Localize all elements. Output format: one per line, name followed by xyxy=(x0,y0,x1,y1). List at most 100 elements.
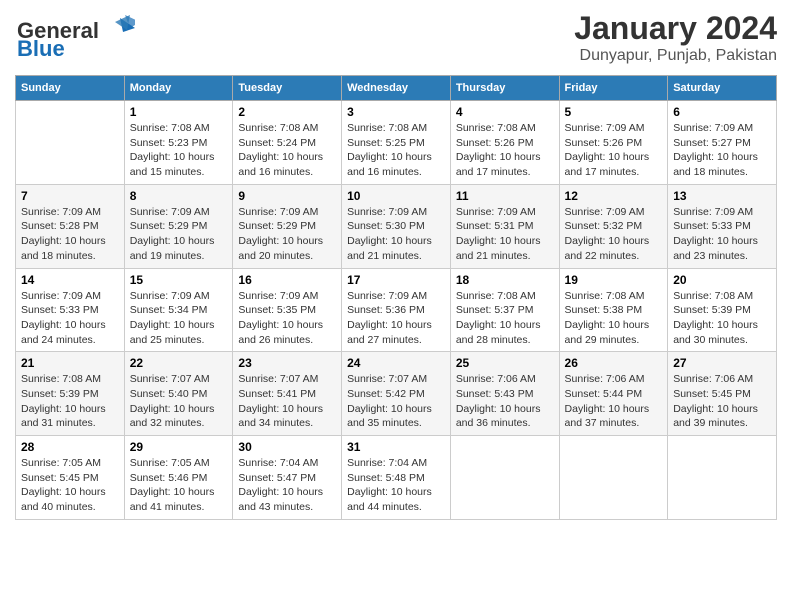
calendar-cell: 22Sunrise: 7:07 AMSunset: 5:40 PMDayligh… xyxy=(124,352,233,436)
calendar-week-row: 28Sunrise: 7:05 AMSunset: 5:45 PMDayligh… xyxy=(16,436,777,520)
calendar-cell: 8Sunrise: 7:09 AMSunset: 5:29 PMDaylight… xyxy=(124,184,233,268)
day-number: 24 xyxy=(347,356,445,370)
calendar-cell: 30 Sunrise: 7:04 AMSunset: 5:47 PMDayligh… xyxy=(233,436,342,520)
day-info: Sunrise: 7:08 AMSunset: 5:37 PMDaylight:… xyxy=(456,289,554,348)
calendar-cell xyxy=(450,436,559,520)
day-info: Sunrise: 7:09 AMSunset: 5:29 PMDaylight:… xyxy=(238,205,336,264)
svg-text:Blue: Blue xyxy=(17,36,65,60)
day-info: Sunrise: 7:09 AMSunset: 5:27 PMDaylight:… xyxy=(673,121,771,180)
day-info: Sunrise: 7:05 AMSunset: 5:46 PMDaylight:… xyxy=(130,456,228,515)
calendar-week-row: 1 Sunrise: 7:08 AMSunset: 5:23 PMDaylight… xyxy=(16,101,777,185)
day-info: Sunrise: 7:09 AMSunset: 5:31 PMDaylight:… xyxy=(456,205,554,264)
day-info: Sunrise: 7:07 AMSunset: 5:40 PMDaylight:… xyxy=(130,372,228,431)
day-info: Sunrise: 7:09 AMSunset: 5:33 PMDaylight:… xyxy=(673,205,771,264)
day-number: 15 xyxy=(130,273,228,287)
calendar-cell: 1 Sunrise: 7:08 AMSunset: 5:23 PMDaylight… xyxy=(124,101,233,185)
calendar-cell: 15 Sunrise: 7:09 AMSunset: 5:34 PMDayligh… xyxy=(124,268,233,352)
calendar-header-saturday: Saturday xyxy=(668,76,777,101)
day-info: Sunrise: 7:09 AMSunset: 5:36 PMDaylight:… xyxy=(347,289,445,348)
calendar-cell: 11 Sunrise: 7:09 AMSunset: 5:31 PMDayligh… xyxy=(450,184,559,268)
calendar-cell: 4 Sunrise: 7:08 AMSunset: 5:26 PMDaylight… xyxy=(450,101,559,185)
calendar-cell: 12 Sunrise: 7:09 AMSunset: 5:32 PMDayligh… xyxy=(559,184,668,268)
day-number: 5 xyxy=(565,105,663,119)
day-info: Sunrise: 7:06 AMSunset: 5:45 PMDaylight:… xyxy=(673,372,771,431)
day-info: Sunrise: 7:07 AMSunset: 5:42 PMDaylight:… xyxy=(347,372,445,431)
calendar-table: SundayMondayTuesdayWednesdayThursdayFrid… xyxy=(15,75,777,520)
calendar-cell xyxy=(559,436,668,520)
calendar-cell: 28Sunrise: 7:05 AMSunset: 5:45 PMDayligh… xyxy=(16,436,125,520)
day-info: Sunrise: 7:08 AMSunset: 5:38 PMDaylight:… xyxy=(565,289,663,348)
day-number: 9 xyxy=(238,189,336,203)
calendar-cell: 5 Sunrise: 7:09 AMSunset: 5:26 PMDaylight… xyxy=(559,101,668,185)
calendar-cell: 13Sunrise: 7:09 AMSunset: 5:33 PMDayligh… xyxy=(668,184,777,268)
day-number: 1 xyxy=(130,105,228,119)
title-section: January 2024 Dunyapur, Punjab, Pakistan xyxy=(574,10,777,65)
day-info: Sunrise: 7:09 AMSunset: 5:32 PMDaylight:… xyxy=(565,205,663,264)
day-number: 25 xyxy=(456,356,554,370)
calendar-cell: 21Sunrise: 7:08 AMSunset: 5:39 PMDayligh… xyxy=(16,352,125,436)
calendar-cell: 3 Sunrise: 7:08 AMSunset: 5:25 PMDaylight… xyxy=(342,101,451,185)
day-number: 8 xyxy=(130,189,228,203)
calendar-header-row: SundayMondayTuesdayWednesdayThursdayFrid… xyxy=(16,76,777,101)
day-info: Sunrise: 7:08 AMSunset: 5:25 PMDaylight:… xyxy=(347,121,445,180)
subtitle: Dunyapur, Punjab, Pakistan xyxy=(574,47,777,65)
calendar-header-friday: Friday xyxy=(559,76,668,101)
day-info: Sunrise: 7:06 AMSunset: 5:44 PMDaylight:… xyxy=(565,372,663,431)
main-title: January 2024 xyxy=(574,10,777,47)
calendar-cell: 16 Sunrise: 7:09 AMSunset: 5:35 PMDayligh… xyxy=(233,268,342,352)
calendar-cell: 14 Sunrise: 7:09 AMSunset: 5:33 PMDayligh… xyxy=(16,268,125,352)
day-number: 16 xyxy=(238,273,336,287)
day-number: 6 xyxy=(673,105,771,119)
day-number: 18 xyxy=(456,273,554,287)
day-number: 4 xyxy=(456,105,554,119)
header: General Blue January 2024 Dunyapur, Punj… xyxy=(15,10,777,65)
day-number: 30 xyxy=(238,440,336,454)
calendar-header-sunday: Sunday xyxy=(16,76,125,101)
day-number: 20 xyxy=(673,273,771,287)
calendar-cell: 29 Sunrise: 7:05 AMSunset: 5:46 PMDayligh… xyxy=(124,436,233,520)
calendar-cell: 19 Sunrise: 7:08 AMSunset: 5:38 PMDayligh… xyxy=(559,268,668,352)
day-number: 21 xyxy=(21,356,119,370)
day-number: 17 xyxy=(347,273,445,287)
calendar-cell: 27 Sunrise: 7:06 AMSunset: 5:45 PMDayligh… xyxy=(668,352,777,436)
day-number: 31 xyxy=(347,440,445,454)
calendar-header-thursday: Thursday xyxy=(450,76,559,101)
day-info: Sunrise: 7:04 AMSunset: 5:47 PMDaylight:… xyxy=(238,456,336,515)
calendar-cell: 20 Sunrise: 7:08 AMSunset: 5:39 PMDayligh… xyxy=(668,268,777,352)
day-info: Sunrise: 7:06 AMSunset: 5:43 PMDaylight:… xyxy=(456,372,554,431)
day-number: 14 xyxy=(21,273,119,287)
day-number: 29 xyxy=(130,440,228,454)
calendar-header-monday: Monday xyxy=(124,76,233,101)
day-info: Sunrise: 7:07 AMSunset: 5:41 PMDaylight:… xyxy=(238,372,336,431)
logo: General Blue xyxy=(15,10,135,60)
day-info: Sunrise: 7:08 AMSunset: 5:39 PMDaylight:… xyxy=(673,289,771,348)
day-number: 26 xyxy=(565,356,663,370)
day-info: Sunrise: 7:09 AMSunset: 5:34 PMDaylight:… xyxy=(130,289,228,348)
calendar-cell: 31 Sunrise: 7:04 AMSunset: 5:48 PMDayligh… xyxy=(342,436,451,520)
day-info: Sunrise: 7:09 AMSunset: 5:26 PMDaylight:… xyxy=(565,121,663,180)
day-number: 10 xyxy=(347,189,445,203)
calendar-week-row: 7Sunrise: 7:09 AMSunset: 5:28 PMDaylight… xyxy=(16,184,777,268)
day-number: 3 xyxy=(347,105,445,119)
day-info: Sunrise: 7:08 AMSunset: 5:26 PMDaylight:… xyxy=(456,121,554,180)
calendar-cell: 6 Sunrise: 7:09 AMSunset: 5:27 PMDaylight… xyxy=(668,101,777,185)
calendar-cell xyxy=(668,436,777,520)
calendar-week-row: 14 Sunrise: 7:09 AMSunset: 5:33 PMDayligh… xyxy=(16,268,777,352)
day-number: 27 xyxy=(673,356,771,370)
calendar-cell: 23Sunrise: 7:07 AMSunset: 5:41 PMDayligh… xyxy=(233,352,342,436)
calendar-header-tuesday: Tuesday xyxy=(233,76,342,101)
calendar-cell: 10Sunrise: 7:09 AMSunset: 5:30 PMDayligh… xyxy=(342,184,451,268)
day-info: Sunrise: 7:08 AMSunset: 5:24 PMDaylight:… xyxy=(238,121,336,180)
day-number: 11 xyxy=(456,189,554,203)
logo-svg: General Blue xyxy=(15,10,135,60)
calendar-cell xyxy=(16,101,125,185)
calendar-cell: 26 Sunrise: 7:06 AMSunset: 5:44 PMDayligh… xyxy=(559,352,668,436)
page-container: General Blue January 2024 Dunyapur, Punj… xyxy=(0,0,792,530)
day-info: Sunrise: 7:09 AMSunset: 5:33 PMDaylight:… xyxy=(21,289,119,348)
day-number: 19 xyxy=(565,273,663,287)
day-info: Sunrise: 7:08 AMSunset: 5:23 PMDaylight:… xyxy=(130,121,228,180)
day-info: Sunrise: 7:09 AMSunset: 5:35 PMDaylight:… xyxy=(238,289,336,348)
calendar-cell: 7Sunrise: 7:09 AMSunset: 5:28 PMDaylight… xyxy=(16,184,125,268)
day-info: Sunrise: 7:04 AMSunset: 5:48 PMDaylight:… xyxy=(347,456,445,515)
day-number: 12 xyxy=(565,189,663,203)
